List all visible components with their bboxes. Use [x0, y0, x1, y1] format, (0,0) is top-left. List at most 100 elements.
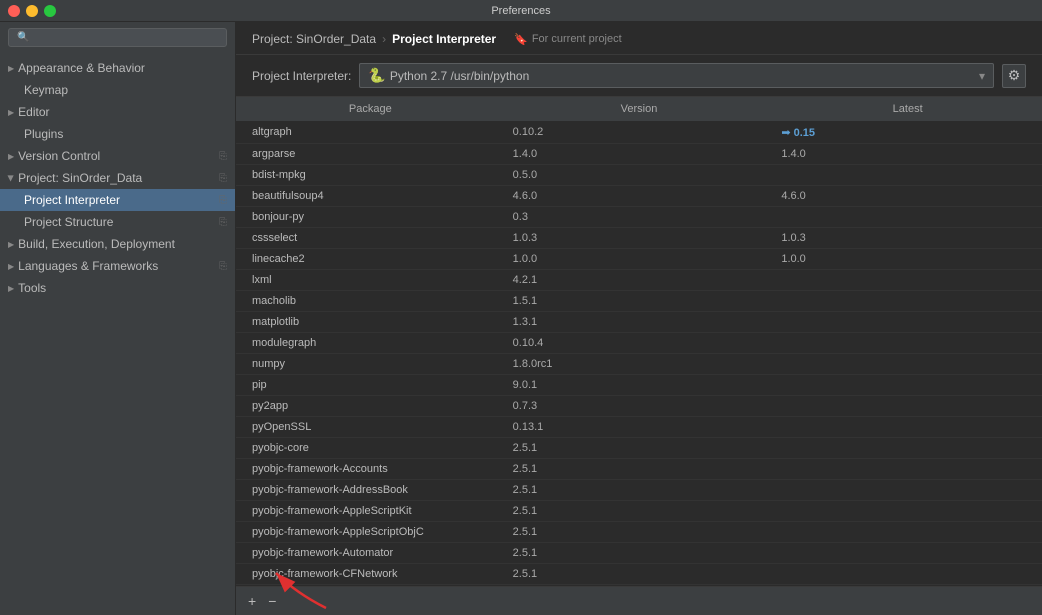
sidebar-item-tools[interactable]: ▶ Tools — [0, 277, 235, 299]
package-latest: 1.4.0 — [773, 146, 1042, 162]
maximize-button[interactable] — [44, 5, 56, 17]
package-latest — [773, 209, 1042, 225]
package-name: linecache2 — [236, 251, 505, 267]
sidebar-item-label: Appearance & Behavior — [18, 61, 145, 75]
package-version: 2.5.1 — [505, 545, 774, 561]
table-row[interactable]: pyobjc-framework-AppleScriptKit2.5.1 — [236, 501, 1042, 522]
sidebar-item-label: Build, Execution, Deployment — [18, 237, 175, 251]
title-bar: Preferences — [0, 0, 1042, 22]
table-row[interactable]: pyOpenSSL0.13.1 — [236, 417, 1042, 438]
package-version: 1.0.3 — [505, 230, 774, 246]
package-version: 2.5.1 — [505, 440, 774, 456]
package-latest — [773, 377, 1042, 393]
package-name: numpy — [236, 356, 505, 372]
package-version: 4.6.0 — [505, 188, 774, 204]
remove-package-button[interactable]: − — [264, 591, 280, 611]
col-header-version: Version — [505, 101, 774, 117]
package-version: 4.2.1 — [505, 272, 774, 288]
python-icon: 🐍 — [368, 67, 385, 84]
package-latest — [773, 293, 1042, 309]
package-version: 0.5.0 — [505, 167, 774, 183]
table-footer: + − — [236, 586, 1042, 615]
table-row[interactable]: modulegraph0.10.4 — [236, 333, 1042, 354]
content-header: Project: SinOrder_Data › Project Interpr… — [236, 22, 1042, 55]
sidebar-item-editor[interactable]: ▶ Editor — [0, 101, 235, 123]
interpreter-value: Python 2.7 /usr/bin/python — [390, 69, 529, 83]
table-row[interactable]: numpy1.8.0rc1 — [236, 354, 1042, 375]
close-button[interactable] — [8, 5, 20, 17]
add-package-button[interactable]: + — [244, 591, 260, 611]
package-version: 0.7.3 — [505, 398, 774, 414]
expand-icon: ▶ — [8, 152, 14, 161]
sidebar-item-project-structure[interactable]: Project Structure ⎘ — [0, 211, 235, 233]
package-version: 2.5.1 — [505, 566, 774, 582]
package-latest — [773, 356, 1042, 372]
col-header-latest: Latest — [773, 101, 1042, 117]
package-name: lxml — [236, 272, 505, 288]
table-row[interactable]: beautifulsoup44.6.04.6.0 — [236, 186, 1042, 207]
sidebar-item-build[interactable]: ▶ Build, Execution, Deployment — [0, 233, 235, 255]
table-row[interactable]: lxml4.2.1 — [236, 270, 1042, 291]
package-latest — [773, 524, 1042, 540]
search-bar[interactable]: 🔍 — [8, 28, 227, 47]
sidebar-item-version-control[interactable]: ▶ Version Control ⎘ — [0, 145, 235, 167]
table-row[interactable]: pyobjc-framework-AddressBook2.5.1 — [236, 480, 1042, 501]
sidebar: 🔍 ▶ Appearance & Behavior Keymap ▶ Edito… — [0, 22, 236, 615]
package-latest — [773, 398, 1042, 414]
bookmark-icon: 🔖 — [514, 33, 528, 46]
minimize-button[interactable] — [26, 5, 38, 17]
table-row[interactable]: argparse1.4.01.4.0 — [236, 144, 1042, 165]
expand-icon: ▶ — [8, 240, 14, 249]
sidebar-item-plugins[interactable]: Plugins — [0, 123, 235, 145]
package-latest — [773, 503, 1042, 519]
sidebar-item-project[interactable]: ▶ Project: SinOrder_Data ⎘ — [0, 167, 235, 189]
table-row[interactable]: macholib1.5.1 — [236, 291, 1042, 312]
interpreter-copy-icon: ⎘ — [219, 195, 227, 206]
package-version: 1.3.1 — [505, 314, 774, 330]
package-version: 1.8.0rc1 — [505, 356, 774, 372]
table-row[interactable]: pip9.0.1 — [236, 375, 1042, 396]
table-row[interactable]: pyobjc-framework-Accounts2.5.1 — [236, 459, 1042, 480]
table-row[interactable]: matplotlib1.3.1 — [236, 312, 1042, 333]
table-row[interactable]: linecache21.0.01.0.0 — [236, 249, 1042, 270]
gear-button[interactable]: ⚙ — [1002, 64, 1026, 88]
table-row[interactable]: bdist-mpkg0.5.0 — [236, 165, 1042, 186]
sidebar-item-keymap[interactable]: Keymap — [0, 79, 235, 101]
package-latest: 1.0.3 — [773, 230, 1042, 246]
sidebar-item-appearance[interactable]: ▶ Appearance & Behavior — [0, 57, 235, 79]
package-name: beautifulsoup4 — [236, 188, 505, 204]
table-row[interactable]: pyobjc-core2.5.1 — [236, 438, 1042, 459]
table-row[interactable]: cssselect1.0.31.0.3 — [236, 228, 1042, 249]
package-version: 0.3 — [505, 209, 774, 225]
package-name: pyOpenSSL — [236, 419, 505, 435]
sidebar-item-label: Editor — [18, 105, 49, 119]
sidebar-item-label: Project Structure — [24, 215, 113, 229]
sidebar-item-label: Project Interpreter — [24, 193, 120, 207]
table-row[interactable]: pyobjc-framework-Automator2.5.1 — [236, 543, 1042, 564]
package-version: 0.10.4 — [505, 335, 774, 351]
sidebar-item-project-interpreter[interactable]: Project Interpreter ⎘ — [0, 189, 235, 211]
interpreter-select-dropdown[interactable]: 🐍 Python 2.7 /usr/bin/python ▾ — [359, 63, 994, 88]
sidebar-item-label: Keymap — [24, 83, 68, 97]
window-title: Preferences — [491, 5, 550, 17]
package-latest — [773, 167, 1042, 183]
update-arrow-icon: ➡ — [781, 127, 790, 139]
table-row[interactable]: altgraph0.10.2➡ 0.15 — [236, 122, 1042, 144]
package-name: pyobjc-framework-AddressBook — [236, 482, 505, 498]
package-table-container: Package Version Latest altgraph0.10.2➡ 0… — [236, 97, 1042, 615]
package-version: 2.5.1 — [505, 482, 774, 498]
sidebar-item-languages[interactable]: ▶ Languages & Frameworks ⎘ — [0, 255, 235, 277]
table-row[interactable]: bonjour-py0.3 — [236, 207, 1042, 228]
languages-icon: ⎘ — [219, 261, 227, 272]
table-row[interactable]: py2app0.7.3 — [236, 396, 1042, 417]
table-row[interactable]: pyobjc-framework-AppleScriptObjC2.5.1 — [236, 522, 1042, 543]
content-area: Project: SinOrder_Data › Project Interpr… — [236, 22, 1042, 615]
package-latest — [773, 482, 1042, 498]
package-version: 2.5.1 — [505, 524, 774, 540]
package-name: pyobjc-core — [236, 440, 505, 456]
sidebar-item-label: Tools — [18, 281, 46, 295]
expand-icon: ▶ — [8, 108, 14, 117]
package-name: modulegraph — [236, 335, 505, 351]
package-latest — [773, 545, 1042, 561]
table-row[interactable]: pyobjc-framework-CFNetwork2.5.1 — [236, 564, 1042, 585]
